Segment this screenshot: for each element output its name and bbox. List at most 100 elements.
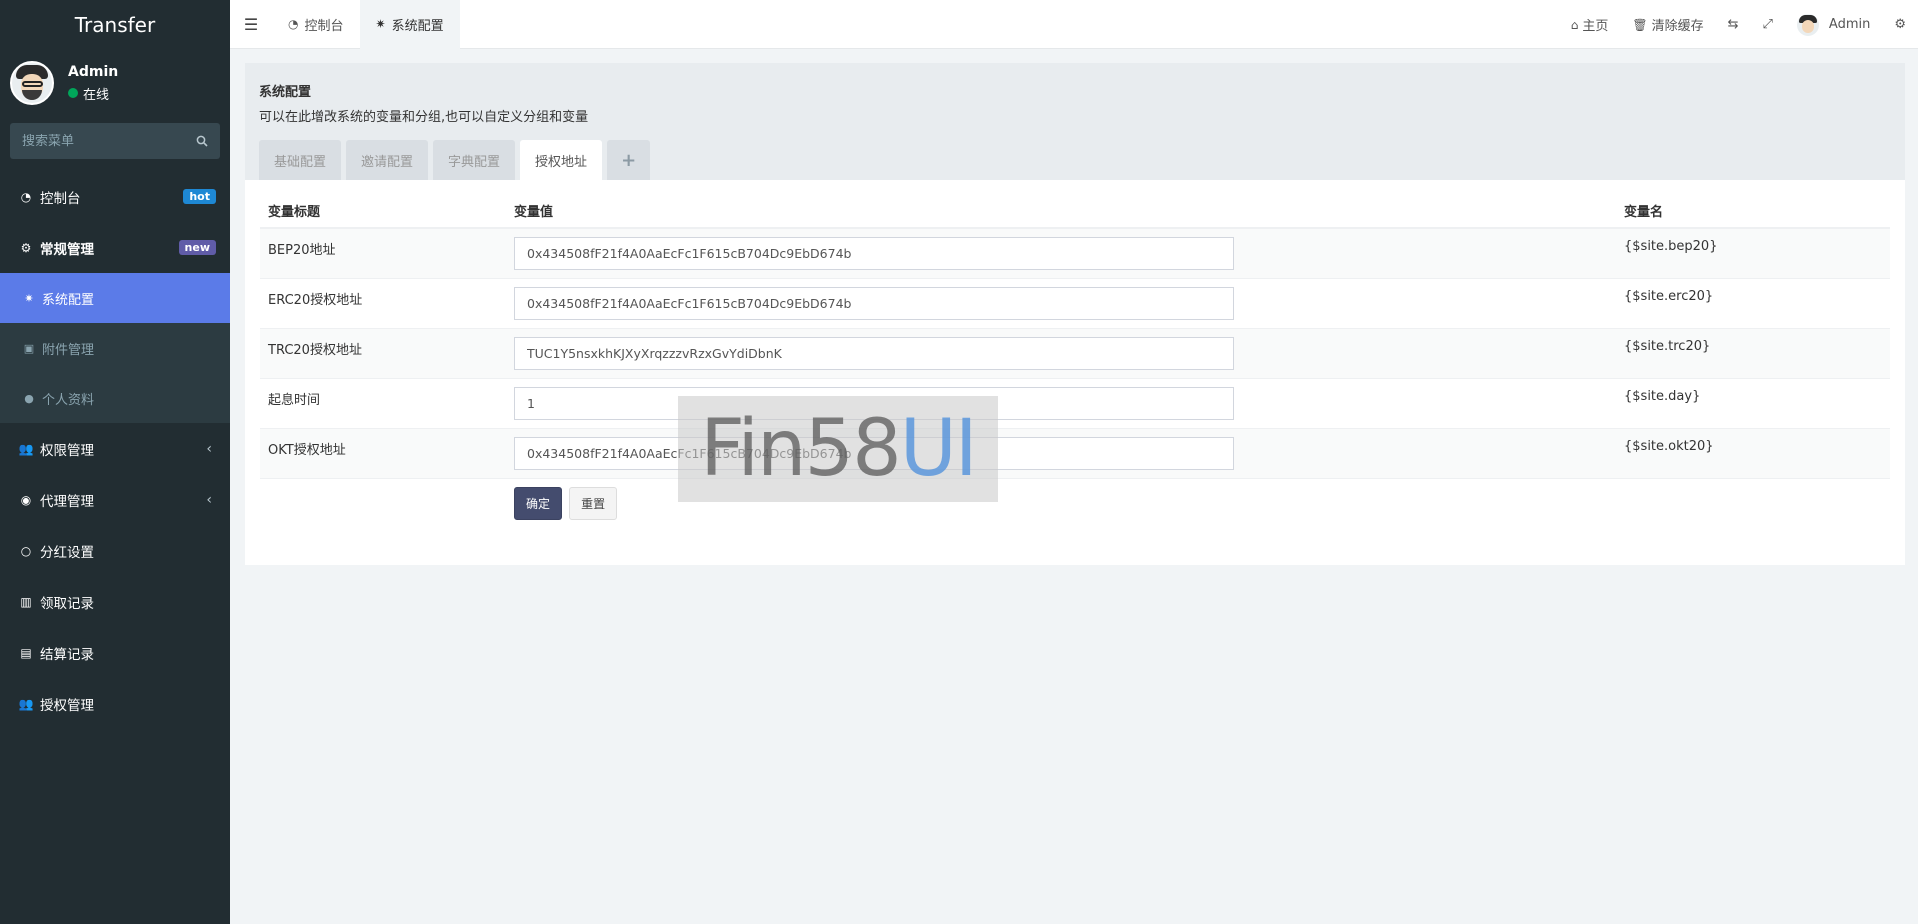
clear-cache-button[interactable]: 🗑 清除缓存	[1620, 0, 1715, 49]
sidebar-item-label: 权限管理	[40, 442, 94, 459]
settings-cogs-icon[interactable]: ⚙	[1882, 0, 1918, 49]
sidebar-item-label: 授权管理	[40, 697, 94, 714]
row-title: BEP20地址	[260, 227, 506, 278]
sidebar-item-label: 附件管理	[42, 342, 95, 358]
watermark-logo: Fin58 UI	[678, 396, 998, 502]
user-panel: Admin 在线	[0, 49, 230, 117]
panel-heading: 系统配置 可以在此增改系统的变量和分组,也可以自定义分组和变量 基础配置 邀请配…	[245, 63, 1905, 180]
user-name: Admin	[68, 63, 119, 80]
submit-button[interactable]: 确定	[514, 486, 563, 520]
sidebar-item-label: 控制台	[40, 190, 81, 207]
translate-icon[interactable]: ⇆	[1716, 0, 1751, 49]
sidebar-item-general[interactable]: ⚙ 常规管理 new	[0, 222, 230, 273]
form-actions-row: 确定 重置	[260, 477, 1890, 528]
menu-toggle-icon[interactable]: ☰	[230, 0, 272, 49]
column-header-title: 变量标题	[260, 194, 506, 229]
add-group-button[interactable]: +	[607, 140, 651, 180]
user-menu-label: Admin	[1828, 17, 1871, 32]
tab-dict-config[interactable]: 字典配置	[433, 140, 516, 180]
sidebar-item-attachments[interactable]: ▣ 附件管理	[0, 323, 230, 373]
watermark-text-b: UI	[899, 404, 978, 494]
fullscreen-icon[interactable]: ⤢	[1751, 0, 1785, 49]
sidebar-item-label: 常规管理	[40, 241, 94, 258]
online-dot-icon	[68, 88, 78, 98]
tab-auth-address[interactable]: 授权地址	[520, 140, 603, 180]
table-row: ERC20授权地址 {$site.erc20}	[260, 277, 1890, 328]
user-menu[interactable]: Admin	[1785, 0, 1882, 49]
sidebar-item-auth[interactable]: 👥 授权管理	[0, 678, 230, 729]
sidebar-item-system-config[interactable]: ✷ 系统配置	[0, 273, 230, 323]
table-row: BEP20地址 {$site.bep20}	[260, 227, 1890, 278]
general-submenu: ✷ 系统配置 ▣ 附件管理 ● 个人资料	[0, 273, 230, 423]
sidebar-item-profile[interactable]: ● 个人资料	[0, 373, 230, 423]
sidebar-item-permission[interactable]: 👥 权限管理 ‹	[0, 423, 230, 474]
table-row: OKT授权地址 {$site.okt20}	[260, 427, 1890, 478]
row-var-name: {$site.day}	[1616, 377, 1890, 428]
panel-title: 系统配置	[259, 85, 312, 100]
image-icon: ▣	[23, 341, 35, 355]
sidebar-item-label: 结算记录	[40, 646, 94, 663]
tab-label: 系统配置	[391, 18, 444, 34]
row-var-name: {$site.okt20}	[1616, 427, 1890, 478]
row-var-name: {$site.erc20}	[1616, 277, 1890, 328]
sidebar: Transfer Admin 在线 ◔ 控制台 hot ⚙ 常规管理 new	[0, 0, 230, 924]
home-link[interactable]: ⌂ 主页	[1559, 0, 1621, 49]
tab-system-config[interactable]: ✷ 系统配置	[359, 0, 460, 49]
erc20-field[interactable]	[514, 286, 1234, 320]
gear-icon: ✷	[375, 17, 386, 31]
user-status: 在线	[68, 84, 118, 103]
hot-badge: hot	[183, 189, 216, 204]
watermark-text-a: Fin58	[700, 404, 902, 494]
config-tabs: 基础配置 邀请配置 字典配置 授权地址 +	[259, 140, 1891, 180]
sidebar-item-claim[interactable]: ▥ 领取记录	[0, 576, 230, 627]
column-header-value: 变量值	[506, 194, 1616, 229]
users-icon: 👥	[18, 441, 34, 456]
sidebar-menu: ◔ 控制台 hot ⚙ 常规管理 new ✷ 系统配置 ▣ 附件管理 ● 个人资…	[0, 171, 230, 729]
user-circle-icon: ◉	[20, 492, 32, 507]
sidebar-item-label: 领取记录	[40, 595, 94, 612]
reset-button[interactable]: 重置	[569, 486, 618, 520]
avatar	[1796, 13, 1819, 36]
app-title[interactable]: Transfer	[0, 0, 230, 49]
top-navbar: ☰ ◔ 控制台 ✷ 系统配置 ⌂ 主页 🗑 清除缓存 ⇆ ⤢ Admin ⚙	[230, 0, 1918, 49]
config-panel: 系统配置 可以在此增改系统的变量和分组,也可以自定义分组和变量 基础配置 邀请配…	[245, 63, 1905, 565]
sidebar-item-dashboard[interactable]: ◔ 控制台 hot	[0, 171, 230, 222]
chevron-left-icon: ‹	[206, 440, 212, 457]
tab-basic-config[interactable]: 基础配置	[259, 140, 342, 180]
gear-icon: ✷	[24, 291, 34, 305]
tab-dashboard[interactable]: ◔ 控制台	[272, 0, 360, 49]
sidebar-item-settlement[interactable]: ▤ 结算记录	[0, 627, 230, 678]
navbar-right: ⌂ 主页 🗑 清除缓存 ⇆ ⤢ Admin ⚙	[1559, 0, 1918, 49]
row-title: TRC20授权地址	[260, 327, 506, 378]
sidebar-item-label: 个人资料	[42, 392, 95, 408]
tab-label: 控制台	[304, 18, 344, 34]
home-label: 主页	[1582, 19, 1609, 34]
sidebar-item-agent[interactable]: ◉ 代理管理 ‹	[0, 474, 230, 525]
sidebar-item-label: 代理管理	[40, 493, 94, 510]
bep20-field[interactable]	[514, 237, 1234, 270]
money-icon: ▤	[20, 645, 32, 660]
trash-icon: 🗑	[1632, 17, 1648, 32]
panel-description: 可以在此增改系统的变量和分组,也可以自定义分组和变量	[259, 110, 589, 125]
new-badge: new	[178, 240, 216, 255]
sidebar-item-dividend[interactable]: ○ 分红设置	[0, 525, 230, 576]
user-icon: ●	[24, 391, 34, 405]
users-icon: 👥	[18, 696, 34, 711]
chevron-left-icon: ‹	[206, 491, 212, 508]
circle-icon: ○	[20, 543, 32, 558]
row-title: 起息时间	[260, 377, 506, 428]
search-icon[interactable]	[196, 135, 208, 147]
config-table: 变量标题 变量值 变量名 BEP20地址 {$site.bep20} ERC20…	[260, 194, 1890, 528]
menu-search	[10, 123, 220, 159]
table-row: 起息时间 {$site.day}	[260, 377, 1890, 428]
dashboard-icon: ◔	[20, 189, 32, 204]
cogs-icon: ⚙	[20, 240, 32, 255]
avatar	[10, 61, 54, 105]
trc20-field[interactable]	[514, 336, 1234, 370]
tab-invite-config[interactable]: 邀请配置	[346, 140, 429, 180]
row-title: OKT授权地址	[260, 427, 506, 478]
clear-cache-label: 清除缓存	[1651, 19, 1704, 34]
menu-search-input[interactable]	[22, 133, 182, 149]
sidebar-item-label: 系统配置	[42, 292, 95, 308]
user-status-label: 在线	[83, 87, 110, 103]
